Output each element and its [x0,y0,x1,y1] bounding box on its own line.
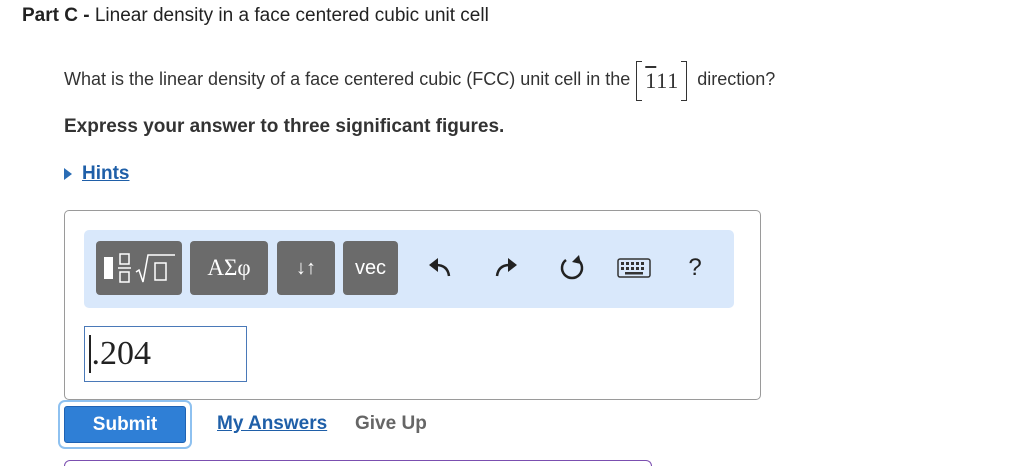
question-text: What is the linear density of a face cen… [64,68,631,89]
vec-button[interactable]: vec [343,241,398,295]
left-bracket [636,61,643,101]
greek-button[interactable]: ΑΣφ [190,241,268,295]
part-separator: - [77,5,95,26]
part-title-text: Linear density in a face centered cubic … [94,5,489,26]
question: What is the linear density of a face cen… [64,59,776,101]
answer-box: ΑΣφ ↓↑ vec ? .204 [64,210,761,400]
caret-right-icon [64,168,72,180]
answer-value: .204 [91,335,152,372]
undo-arrow-icon [429,258,451,277]
right-bracket [681,61,688,101]
hints-label: Hints [82,163,130,184]
keyboard-icon [617,258,651,278]
reset-icon [560,255,584,280]
text-cursor [89,335,91,373]
redo-arrow-icon [495,258,517,277]
arrows-button[interactable]: ↓↑ [277,241,335,295]
hints-toggle[interactable]: Hints [64,163,130,185]
submit-focus-ring: Submit [58,400,192,449]
question-suffix: direction? [697,68,776,89]
instruction: Express your answer to three significant… [64,116,505,137]
part-label: Part C [22,5,78,26]
my-answers-link[interactable]: My Answers [217,413,327,435]
redo-button[interactable] [488,241,524,295]
miller-h-bar: 1 [645,68,657,93]
templates-button[interactable] [96,241,182,295]
reset-button[interactable] [554,241,590,295]
keyboard-button[interactable] [614,241,654,295]
next-panel-edge [64,460,652,466]
miller-k: 1 [656,68,668,93]
miller-direction: 111 [636,61,688,101]
fraction-sqrt-icon [104,253,175,283]
miller-l: 1 [667,68,679,93]
help-button[interactable]: ? [680,241,710,295]
answer-input[interactable]: .204 [84,326,247,382]
submit-button[interactable]: Submit [64,406,186,443]
part-title: Part C - Linear density in a face center… [22,5,489,27]
undo-button[interactable] [422,241,458,295]
math-toolbar: ΑΣφ ↓↑ vec ? [84,230,734,308]
give-up-link[interactable]: Give Up [355,413,427,435]
